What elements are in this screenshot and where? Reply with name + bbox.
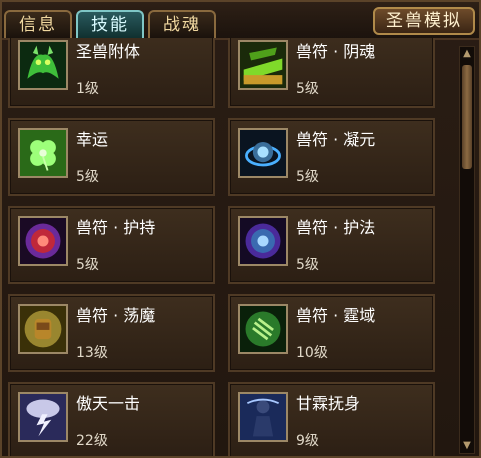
tab-skills[interactable]: 技能 (76, 10, 144, 38)
skill-card[interactable]: 兽符 · 护法 5级 (228, 206, 435, 284)
skill-name: 兽符 · 护法 (296, 218, 376, 237)
vertical-scrollbar[interactable]: ▲ ▼ (459, 46, 475, 454)
skill-level: 5级 (296, 81, 319, 97)
skill-level: 5级 (296, 169, 319, 185)
scroll-thumb[interactable] (462, 65, 472, 169)
skill-card[interactable]: 兽符 · 凝元 5级 (228, 118, 435, 196)
skill-name: 傲天一击 (76, 394, 141, 413)
skill-level: 1级 (76, 81, 99, 97)
skill-panel: 信息 技能 战魂 圣兽模拟 圣兽附体 1级 兽符 · 阴魂 5级 幸运 5级 兽… (0, 0, 481, 458)
skill-card[interactable]: 兽符 · 阴魂 5级 (228, 38, 435, 108)
skill-grid: 圣兽附体 1级 兽符 · 阴魂 5级 幸运 5级 兽符 · 凝元 5级 兽符 ·… (8, 38, 446, 456)
red-purple-rune-icon (18, 216, 68, 266)
skill-card[interactable]: 兽符 · 荡魔 13级 (8, 294, 215, 372)
blue-orb-rune-icon (238, 128, 288, 178)
skill-card[interactable]: 甘霖抚身 9级 (228, 382, 435, 456)
green-gold-beast-icon (238, 40, 288, 90)
skill-name: 兽符 · 霆域 (296, 306, 376, 325)
holy-beast-simulate-button[interactable]: 圣兽模拟 (373, 7, 475, 35)
green-dragon-icon (18, 40, 68, 90)
skill-level: 22级 (76, 433, 108, 449)
skill-name: 幸运 (76, 130, 109, 149)
tab-info[interactable]: 信息 (4, 10, 72, 38)
skill-name: 兽符 · 凝元 (296, 130, 376, 149)
gold-fist-icon (18, 304, 68, 354)
skill-card[interactable]: 圣兽附体 1级 (8, 38, 215, 108)
skill-name: 兽符 · 护持 (76, 218, 156, 237)
skill-card[interactable]: 兽符 · 霆域 10级 (228, 294, 435, 372)
skill-card[interactable]: 幸运 5级 (8, 118, 215, 196)
four-leaf-clover-icon (18, 128, 68, 178)
skill-name: 兽符 · 阴魂 (296, 42, 376, 61)
blue-purple-rune-icon (238, 216, 288, 266)
green-claw-icon (238, 304, 288, 354)
tab-bar: 信息 技能 战魂 圣兽模拟 (2, 2, 479, 40)
skill-card[interactable]: 兽符 · 护持 5级 (8, 206, 215, 284)
skill-level: 13级 (76, 345, 108, 361)
skill-name: 甘霖抚身 (296, 394, 361, 413)
skill-level: 5级 (76, 169, 99, 185)
scroll-up-icon[interactable]: ▲ (460, 47, 474, 61)
blue-figure-icon (238, 392, 288, 442)
lightning-storm-icon (18, 392, 68, 442)
skill-name: 兽符 · 荡魔 (76, 306, 156, 325)
skill-name: 圣兽附体 (76, 42, 141, 61)
skill-level: 9级 (296, 433, 319, 449)
skill-level: 10级 (296, 345, 328, 361)
skill-level: 5级 (76, 257, 99, 273)
scroll-down-icon[interactable]: ▼ (460, 439, 474, 453)
skill-card[interactable]: 傲天一击 22级 (8, 382, 215, 456)
skill-level: 5级 (296, 257, 319, 273)
tab-battle-soul[interactable]: 战魂 (148, 10, 216, 38)
